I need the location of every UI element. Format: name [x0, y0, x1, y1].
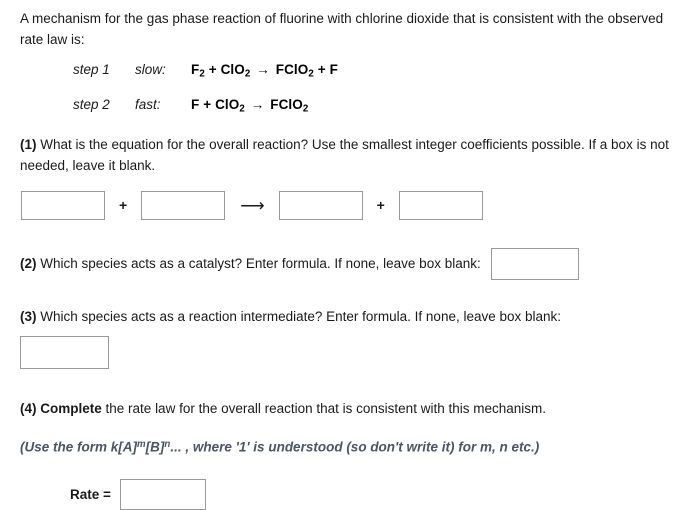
question-1-block: (1) What is the equation for the overall…	[20, 134, 682, 220]
question-4-hint: (Use the form k[A]m[B]n... , where '1' i…	[20, 435, 682, 457]
question-2-body: Which species acts as a catalyst? Enter …	[36, 256, 481, 272]
rate-label: Rate =	[70, 487, 111, 503]
question-2-block: (2) Which species acts as a catalyst? En…	[20, 247, 682, 280]
step-2-reactant-2: ClO	[215, 97, 240, 113]
hint-part-1: (Use the form k[A]	[20, 439, 138, 455]
worksheet-page: A mechanism for the gas phase reaction o…	[0, 0, 700, 510]
intro-paragraph: A mechanism for the gas phase reaction o…	[20, 11, 664, 47]
step-2-equation: F + ClO2 → FClO2	[191, 97, 308, 114]
q3-intermediate-input[interactable]	[20, 335, 109, 369]
q4-rate-law-input[interactable]	[119, 479, 206, 510]
mechanism-step-2: step 2 fast: F + ClO2 → FClO2	[73, 97, 682, 114]
step-2-reactant-2-sub: 2	[239, 103, 245, 115]
q1-plus-1: +	[119, 197, 128, 214]
question-4-text: (4) Complete the rate law for the overal…	[20, 398, 682, 419]
step-2-product-1: FClO	[270, 97, 303, 113]
step-1-reactant-2: ClO	[220, 62, 245, 77]
question-3-number: (3)	[20, 308, 37, 324]
step-1-rate: slow:	[135, 62, 166, 77]
question-1-number: (1)	[20, 136, 37, 152]
step-1-plus-2: +	[317, 62, 326, 77]
mechanism-steps: step 1 slow: F2 + ClO2 → FClO2 + F step …	[20, 62, 682, 115]
step-1-equation: F2 + ClO2 → FClO2 + F	[191, 62, 338, 79]
q1-reaction-arrow-icon: ⟶	[240, 195, 264, 215]
q2-catalyst-input[interactable]	[490, 247, 579, 280]
step-2-arrow-icon: →	[250, 97, 265, 113]
step-1-product-2: F	[329, 62, 338, 77]
hint-part-2: [B]	[145, 439, 165, 455]
mechanism-step-1: step 1 slow: F2 + ClO2 → FClO2 + F	[73, 62, 682, 79]
rate-law-answer-row: Rate =	[20, 479, 682, 510]
hint-exponent-m: m	[137, 438, 146, 450]
hint-part-3: ... , where '1' is understood (so don't …	[170, 439, 540, 455]
step-2-rate: fast:	[135, 97, 161, 113]
step-2-reactant-1: F	[191, 97, 200, 113]
question-4-bold-word: Complete	[40, 400, 102, 416]
step-1-product-1: FClO	[275, 62, 309, 77]
step-2-plus-1: +	[203, 97, 212, 113]
question-3-body: Which species acts as a reaction interme…	[36, 308, 562, 324]
step-1-product-1-sub: 2	[308, 68, 314, 80]
step-1-plus-1: +	[208, 62, 217, 77]
question-4-number: (4)	[20, 400, 37, 416]
step-1-label: step 1	[73, 62, 110, 77]
q1-product-1-input[interactable]	[278, 190, 363, 220]
step-1-arrow-icon: →	[256, 62, 270, 77]
step-2-label: step 2	[73, 97, 110, 113]
q1-product-2-input[interactable]	[398, 190, 483, 220]
question-1-answer-row: + ⟶ +	[21, 190, 682, 220]
step-2-product-1-sub: 2	[302, 103, 309, 115]
question-3-text: (3) Which species acts as a reaction int…	[20, 309, 561, 324]
question-2-number: (2)	[20, 256, 37, 272]
question-4-body: the rate law for the overall reaction th…	[101, 400, 546, 416]
question-3-block: (3) Which species acts as a reaction int…	[20, 306, 682, 369]
step-1-reactant-2-sub: 2	[244, 68, 251, 80]
question-4-block: (4) Complete the rate law for the overal…	[20, 398, 682, 510]
q1-reactant-2-input[interactable]	[141, 190, 226, 220]
question-2-text: (2) Which species acts as a catalyst? En…	[20, 253, 481, 274]
question-1-text: (1) What is the equation for the overall…	[20, 134, 682, 176]
step-1-reactant-1-sub: 2	[199, 68, 205, 80]
q1-reactant-1-input[interactable]	[21, 190, 105, 220]
question-1-body: What is the equation for the overall rea…	[20, 136, 669, 173]
q1-plus-2: +	[376, 197, 385, 214]
